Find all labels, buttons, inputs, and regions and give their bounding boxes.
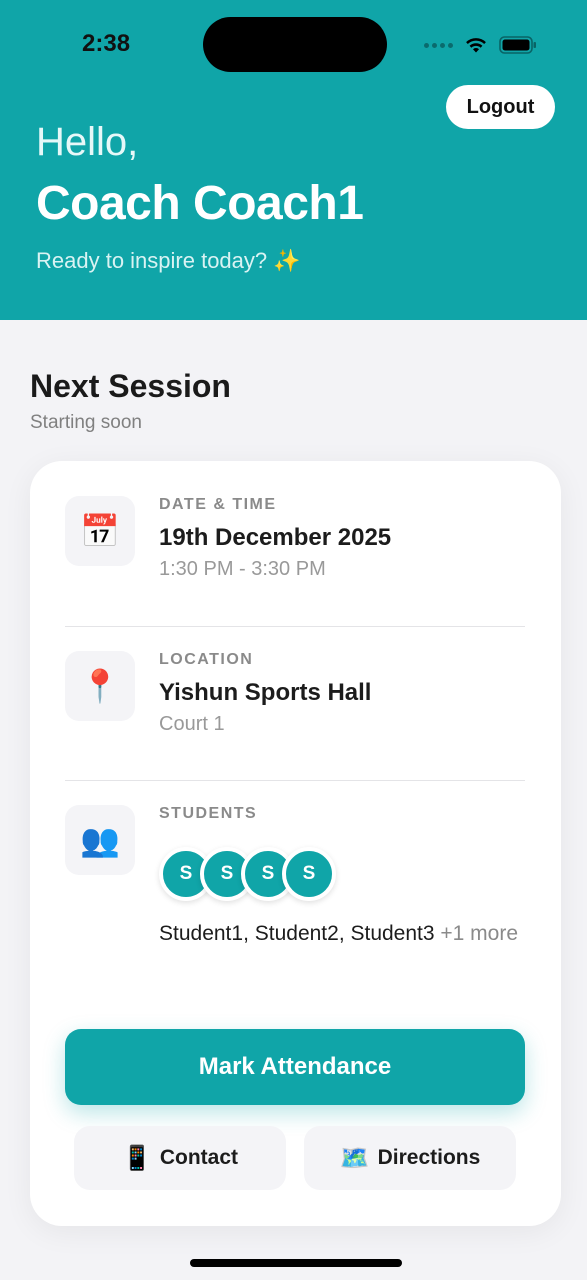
location-label: LOCATION bbox=[159, 651, 254, 668]
contact-label: Contact bbox=[159, 1146, 239, 1169]
battery-icon bbox=[499, 36, 536, 54]
logout-button[interactable]: Logout bbox=[446, 85, 555, 129]
tagline: Ready to inspire today? ✨ bbox=[36, 248, 301, 273]
more-students: +1 more bbox=[440, 922, 519, 945]
status-time: 2:38 bbox=[82, 30, 131, 57]
student-avatars: S S S S bbox=[159, 847, 529, 901]
status-icons bbox=[424, 33, 537, 57]
avatar: S bbox=[282, 847, 336, 901]
location-court: Court 1 bbox=[159, 713, 225, 735]
screen: 2:38 Logout Hello, Coach Coach1 Ready to… bbox=[0, 0, 587, 1280]
directions-button[interactable]: 🗺️ Directions bbox=[304, 1126, 516, 1190]
phone-icon: 📱 bbox=[121, 1144, 152, 1172]
location-row: 📍 LOCATION Yishun Sports Hall Court 1 bbox=[65, 651, 525, 751]
header: 2:38 Logout Hello, Coach Coach1 Ready to… bbox=[0, 0, 587, 320]
location-name: Yishun Sports Hall bbox=[159, 679, 372, 706]
people-icon: 👥 bbox=[65, 805, 135, 875]
session-time: 1:30 PM - 3:30 PM bbox=[159, 558, 326, 580]
section-subtitle: Starting soon bbox=[30, 412, 142, 433]
directions-label: Directions bbox=[377, 1146, 481, 1169]
pin-icon: 📍 bbox=[65, 651, 135, 721]
date-time-label: DATE & TIME bbox=[159, 496, 277, 513]
wifi-icon bbox=[466, 38, 486, 53]
dynamic-island bbox=[203, 17, 387, 72]
students-row: 👥 STUDENTS S S S S Student1, Student2, S… bbox=[65, 805, 525, 985]
section-title: Next Session bbox=[30, 368, 231, 404]
student-names-list: Student1, Student2, Student3 bbox=[159, 922, 435, 945]
home-indicator[interactable] bbox=[190, 1259, 402, 1267]
coach-name: Coach Coach1 bbox=[36, 177, 364, 230]
map-icon: 🗺️ bbox=[339, 1144, 370, 1172]
contact-button[interactable]: 📱 Contact bbox=[74, 1126, 286, 1190]
mark-attendance-button[interactable]: Mark Attendance bbox=[65, 1029, 525, 1105]
calendar-icon: 📅 bbox=[65, 496, 135, 566]
divider bbox=[65, 780, 525, 781]
session-date: 19th December 2025 bbox=[159, 524, 392, 551]
greeting: Hello, bbox=[36, 120, 139, 164]
cellular-signal-icon bbox=[424, 42, 453, 48]
student-names: Student1, Student2, Student3 +1 more bbox=[159, 919, 529, 949]
next-session-card: 📅 DATE & TIME 19th December 2025 1:30 PM… bbox=[30, 461, 561, 1226]
date-time-row: 📅 DATE & TIME 19th December 2025 1:30 PM… bbox=[65, 496, 525, 596]
students-label: STUDENTS bbox=[159, 805, 258, 822]
divider bbox=[65, 626, 525, 627]
